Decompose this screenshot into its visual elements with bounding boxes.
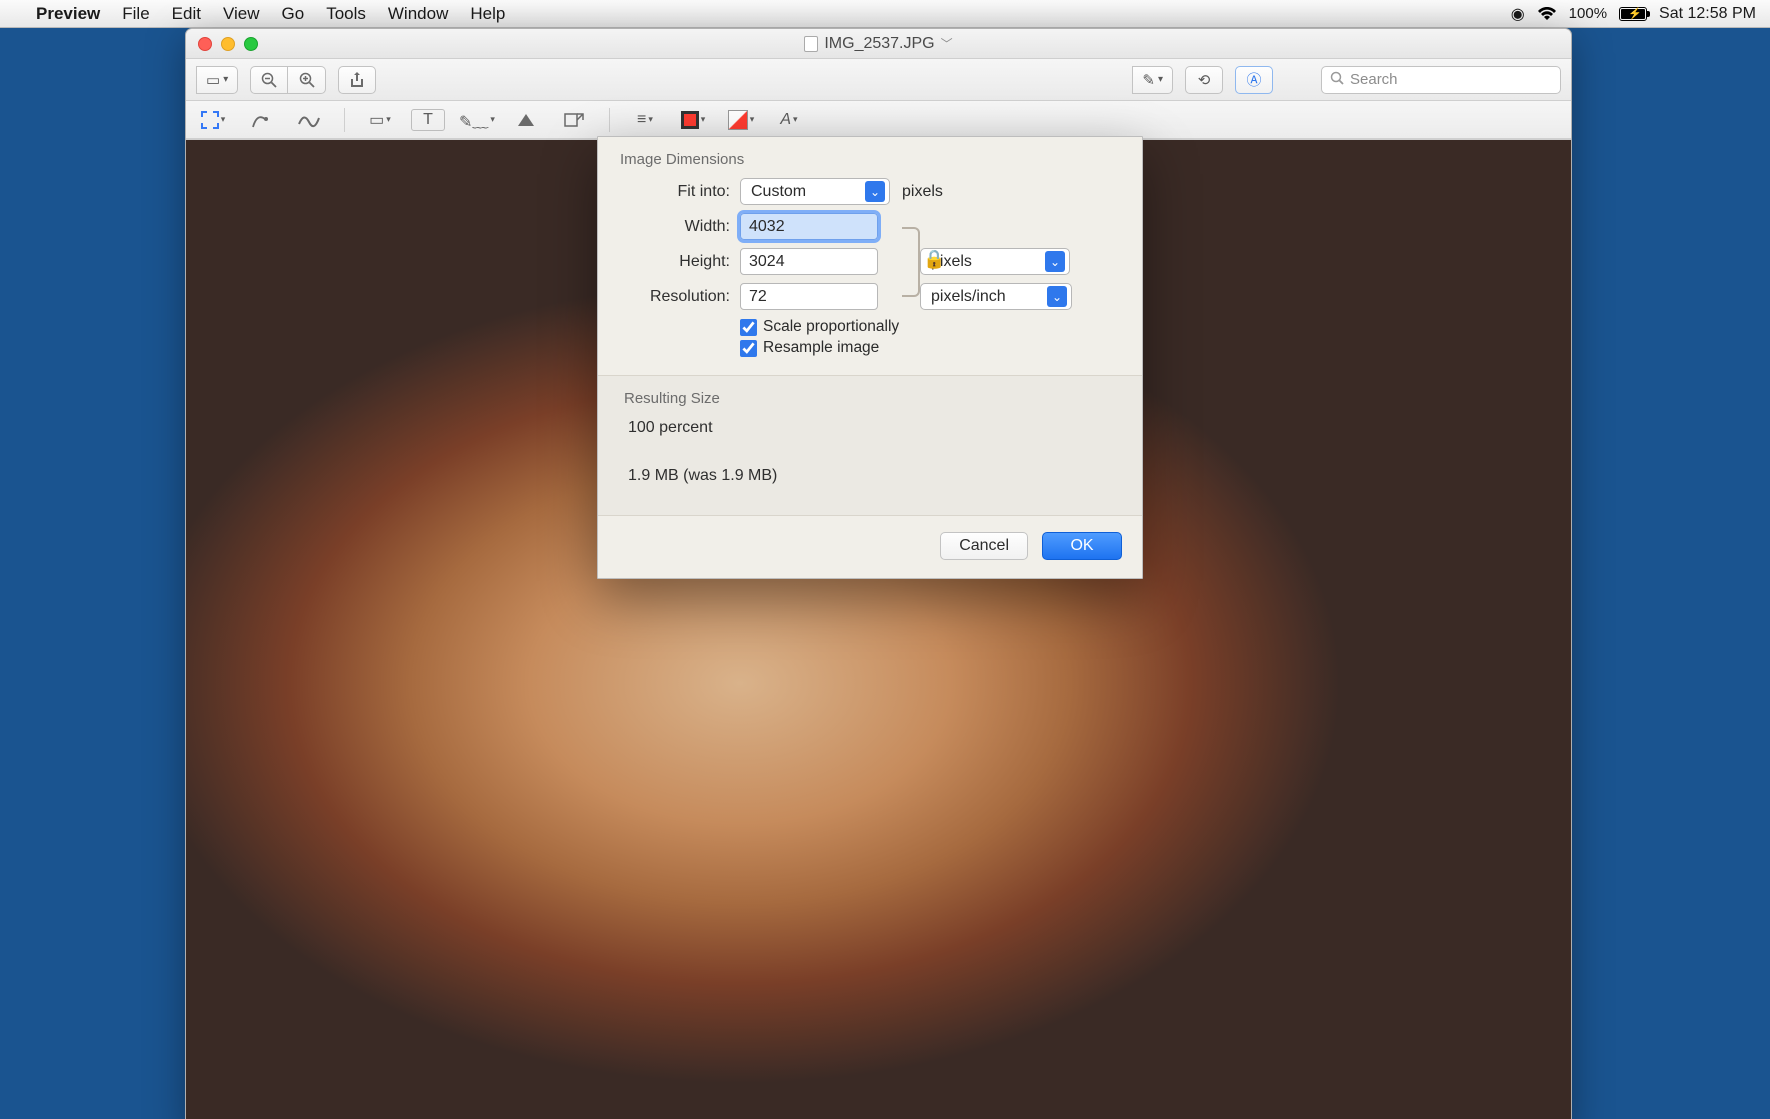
shapes-button[interactable]: ▭▾ (363, 106, 397, 134)
fit-into-select[interactable]: Custom ⌄ (740, 178, 890, 205)
adjust-size-sheet: Image Dimensions Fit into: Custom ⌄ pixe… (597, 136, 1143, 579)
menu-view[interactable]: View (223, 4, 260, 24)
window-titlebar[interactable]: IMG_2537.JPG ﹀ (186, 29, 1571, 59)
height-input[interactable]: 3024 (740, 248, 878, 275)
window-close-button[interactable] (198, 37, 212, 51)
adjust-color-button[interactable] (509, 106, 543, 134)
dropdown-caret-icon: ⌄ (865, 181, 885, 202)
fit-into-label: Fit into: (620, 183, 730, 201)
height-value: 3024 (749, 253, 785, 271)
menu-go[interactable]: Go (282, 4, 305, 24)
scale-proportionally-checkbox[interactable] (740, 319, 757, 336)
window-title: IMG_2537.JPG (824, 35, 934, 53)
battery-icon[interactable]: ⚡ (1619, 7, 1647, 21)
toolbar-divider (344, 108, 345, 132)
circle-status-icon[interactable]: ◉ (1511, 4, 1525, 24)
selection-tool-button[interactable]: ▾ (196, 106, 230, 134)
adjust-size-button[interactable] (557, 106, 591, 134)
resolution-unit-value: pixels/inch (931, 288, 1006, 306)
app-name[interactable]: Preview (36, 4, 100, 24)
resulting-size-header: Resulting Size (624, 390, 1116, 407)
resolution-value: 72 (749, 288, 767, 306)
markup-button[interactable]: Ⓐ (1235, 66, 1273, 94)
sketch-button[interactable] (292, 106, 326, 134)
resolution-label: Resolution: (620, 288, 730, 306)
link-bracket-icon (902, 227, 920, 297)
fill-color-button[interactable]: ▾ (724, 106, 758, 134)
sidebar-view-button[interactable]: ▭▾ (196, 66, 238, 94)
dropdown-caret-icon: ⌄ (1047, 286, 1067, 307)
document-icon (804, 36, 818, 52)
dropdown-caret-icon: ⌄ (1045, 251, 1065, 272)
search-icon (1330, 71, 1344, 89)
sign-button[interactable]: ✎﹏▾ (459, 106, 495, 134)
rotate-button[interactable]: ⟲ (1185, 66, 1223, 94)
menu-tools[interactable]: Tools (326, 4, 366, 24)
scale-proportionally-label: Scale proportionally (763, 318, 899, 336)
search-input[interactable]: Search (1321, 66, 1561, 94)
menubar-clock[interactable]: Sat 12:58 PM (1659, 5, 1756, 23)
menu-window[interactable]: Window (388, 4, 448, 24)
text-style-button[interactable]: A▾ (772, 106, 806, 134)
window-minimize-button[interactable] (221, 37, 235, 51)
border-color-button[interactable]: ▾ (676, 106, 710, 134)
instant-alpha-button[interactable] (244, 106, 278, 134)
fit-into-value: Custom (751, 183, 806, 201)
zoom-in-button[interactable] (288, 66, 326, 94)
line-style-button[interactable]: ≡▾ (628, 106, 662, 134)
highlight-button[interactable]: ✎▾ (1132, 66, 1173, 94)
resulting-percent: 100 percent (628, 419, 1112, 437)
sheet-header: Image Dimensions (620, 151, 1120, 168)
menu-file[interactable]: File (122, 4, 149, 24)
resolution-unit-select[interactable]: pixels/inch ⌄ (920, 283, 1072, 310)
zoom-out-button[interactable] (250, 66, 288, 94)
menu-edit[interactable]: Edit (172, 4, 201, 24)
wifi-icon[interactable] (1537, 7, 1557, 21)
resolution-input[interactable]: 72 (740, 283, 878, 310)
fit-unit-label: pixels (902, 183, 943, 201)
resample-image-checkbox[interactable] (740, 340, 757, 357)
resulting-filesize: 1.9 MB (was 1.9 MB) (628, 467, 1112, 485)
width-value: 4032 (749, 218, 785, 236)
ok-button[interactable]: OK (1042, 532, 1122, 560)
width-input[interactable]: 4032 (740, 213, 878, 240)
window-zoom-button[interactable] (244, 37, 258, 51)
width-label: Width: (620, 218, 730, 236)
lock-icon[interactable]: 🔒 (923, 249, 945, 270)
markup-toolbar: ▾ ▭▾ T ✎﹏▾ ≡▾ ▾ ▾ A▾ (186, 101, 1571, 139)
resample-image-label: Resample image (763, 339, 879, 357)
height-label: Height: (620, 253, 730, 271)
cancel-button[interactable]: Cancel (940, 532, 1028, 560)
mac-menubar: Preview File Edit View Go Tools Window H… (0, 0, 1770, 28)
toolbar-divider (609, 108, 610, 132)
share-button[interactable] (338, 66, 376, 94)
primary-toolbar: ▭▾ ✎▾ ⟲ Ⓐ Search (186, 59, 1571, 101)
search-placeholder: Search (1350, 71, 1398, 88)
battery-percent: 100% (1569, 5, 1607, 22)
menu-help[interactable]: Help (470, 4, 505, 24)
title-dropdown-icon[interactable]: ﹀ (941, 35, 953, 52)
text-button[interactable]: T (411, 109, 445, 131)
